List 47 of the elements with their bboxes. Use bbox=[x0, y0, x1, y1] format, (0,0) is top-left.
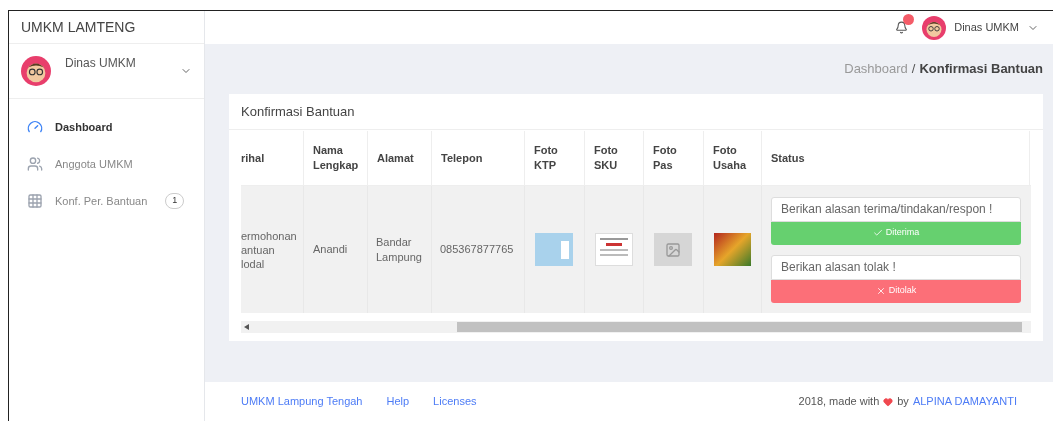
sidebar-item[interactable]: Dashboard bbox=[27, 117, 186, 137]
column-header: Foto KTP bbox=[534, 143, 559, 173]
footer-link[interactable]: UMKM Lampung Tengah bbox=[241, 393, 363, 410]
notification-icon[interactable] bbox=[895, 21, 909, 34]
scroll-left-icon[interactable] bbox=[244, 324, 249, 330]
footer-link[interactable]: Help bbox=[386, 393, 410, 410]
photo-placeholder[interactable] bbox=[714, 233, 751, 266]
column-header: rihal bbox=[241, 150, 265, 166]
reason-input-field[interactable]: Berikan alasan tolak ! bbox=[771, 254, 1021, 280]
avatar-icon bbox=[922, 15, 947, 40]
author-link[interactable]: ALPINA DAMAYANTI bbox=[912, 393, 1017, 410]
reason-input-field[interactable]: Berikan alasan terima/tindakan/respon ! bbox=[771, 196, 1021, 222]
card-title: Konfirmasi Bantuan bbox=[241, 102, 355, 121]
x-icon bbox=[875, 286, 886, 296]
sidebar-item[interactable]: Anggota UMKM bbox=[27, 154, 186, 174]
column-header: Telepon bbox=[441, 150, 483, 166]
table-cell-text: 085367877765 bbox=[440, 242, 514, 258]
breadcrumb-current: Konfirmasi Bantuan bbox=[919, 60, 1043, 79]
footer-link[interactable]: Licenses bbox=[433, 393, 477, 410]
column-header: Nama Lengkap bbox=[313, 143, 359, 173]
document-thumbnail[interactable] bbox=[595, 233, 633, 266]
brand-title: UMKM LAMTENG bbox=[21, 17, 136, 37]
gauge-icon bbox=[27, 119, 43, 135]
image-placeholder[interactable] bbox=[654, 233, 692, 266]
breadcrumb-separator: / bbox=[911, 60, 916, 79]
table-cell-text: Anandi bbox=[313, 242, 348, 258]
id-card-thumbnail[interactable] bbox=[535, 233, 573, 266]
grid-icon bbox=[27, 193, 43, 209]
table-cell: Bandar Lampung bbox=[376, 234, 423, 265]
user-name: Dinas UMKM bbox=[65, 55, 136, 72]
heart-icon bbox=[883, 396, 894, 407]
user-name[interactable]: Dinas UMKM bbox=[954, 19, 1019, 36]
users-icon bbox=[27, 156, 43, 172]
avatar-icon bbox=[21, 56, 51, 86]
table-cell: ermohonan antuan lodal bbox=[241, 228, 297, 271]
breadcrumb-link[interactable]: Dashboard bbox=[844, 59, 908, 79]
column-header: Foto SKU bbox=[594, 143, 619, 173]
check-icon bbox=[872, 228, 883, 238]
column-header: Alamat bbox=[377, 150, 414, 166]
sidebar-item[interactable]: Konf. Per. Bantuan 1 bbox=[27, 191, 186, 211]
horizontal-scrollbar[interactable] bbox=[241, 321, 1031, 333]
credit-text: by bbox=[897, 394, 909, 410]
column-header: Foto Pas bbox=[653, 143, 678, 173]
reject-button[interactable]: Ditolak bbox=[771, 279, 1021, 303]
column-header: Foto Usaha bbox=[713, 143, 748, 173]
column-header: Status bbox=[771, 150, 805, 166]
credit-text: 2018, made with bbox=[798, 394, 880, 410]
